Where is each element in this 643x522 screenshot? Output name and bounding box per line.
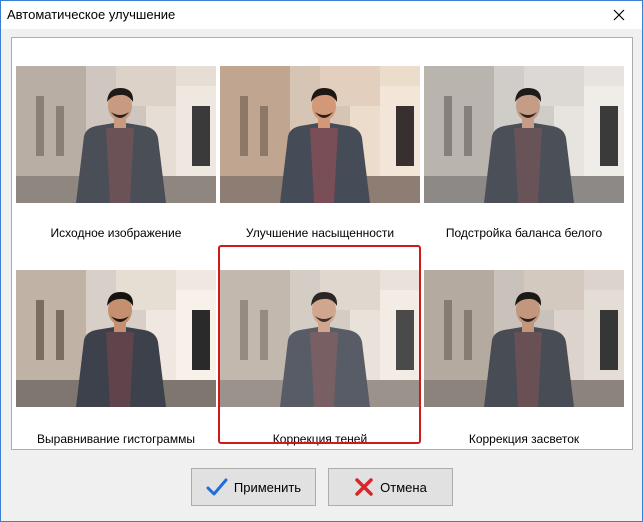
apply-button[interactable]: Применить — [191, 468, 316, 506]
option-highlight-correction[interactable]: Коррекция засветок — [424, 270, 624, 470]
option-label: Улучшение насыщенности — [245, 226, 395, 240]
option-label: Исходное изображение — [50, 226, 182, 240]
option-label: Коррекция засветок — [468, 432, 580, 446]
option-saturation[interactable]: Улучшение насыщенности — [220, 66, 420, 266]
preview-image — [220, 270, 420, 407]
title-bar: Автоматическое улучшение — [1, 1, 642, 29]
dialog-window: Автоматическое улучшение Исходное изобра… — [0, 0, 643, 522]
option-histogram[interactable]: Выравнивание гистограммы — [16, 270, 216, 470]
close-icon — [613, 9, 625, 21]
checkmark-icon — [206, 477, 228, 497]
red-x-icon — [354, 477, 374, 497]
close-button[interactable] — [596, 1, 642, 29]
option-white-balance[interactable]: Подстройка баланса белого — [424, 66, 624, 266]
option-label: Выравнивание гистограммы — [37, 432, 195, 446]
preview-image — [16, 66, 216, 203]
option-label: Коррекция теней — [272, 432, 368, 446]
preview-image — [424, 66, 624, 203]
preview-panel: Исходное изображение Улучшение насыщенно… — [11, 37, 633, 450]
cancel-button-label: Отмена — [380, 479, 427, 495]
preview-image — [424, 270, 624, 407]
option-shadow-correction[interactable]: Коррекция теней — [220, 270, 420, 470]
preview-image — [220, 66, 420, 203]
option-label: Подстройка баланса белого — [445, 226, 603, 240]
option-original[interactable]: Исходное изображение — [16, 66, 216, 266]
apply-button-label: Применить — [233, 479, 302, 495]
cancel-button[interactable]: Отмена — [328, 468, 453, 506]
preview-image — [16, 270, 216, 407]
dialog-title: Автоматическое улучшение — [7, 7, 176, 22]
